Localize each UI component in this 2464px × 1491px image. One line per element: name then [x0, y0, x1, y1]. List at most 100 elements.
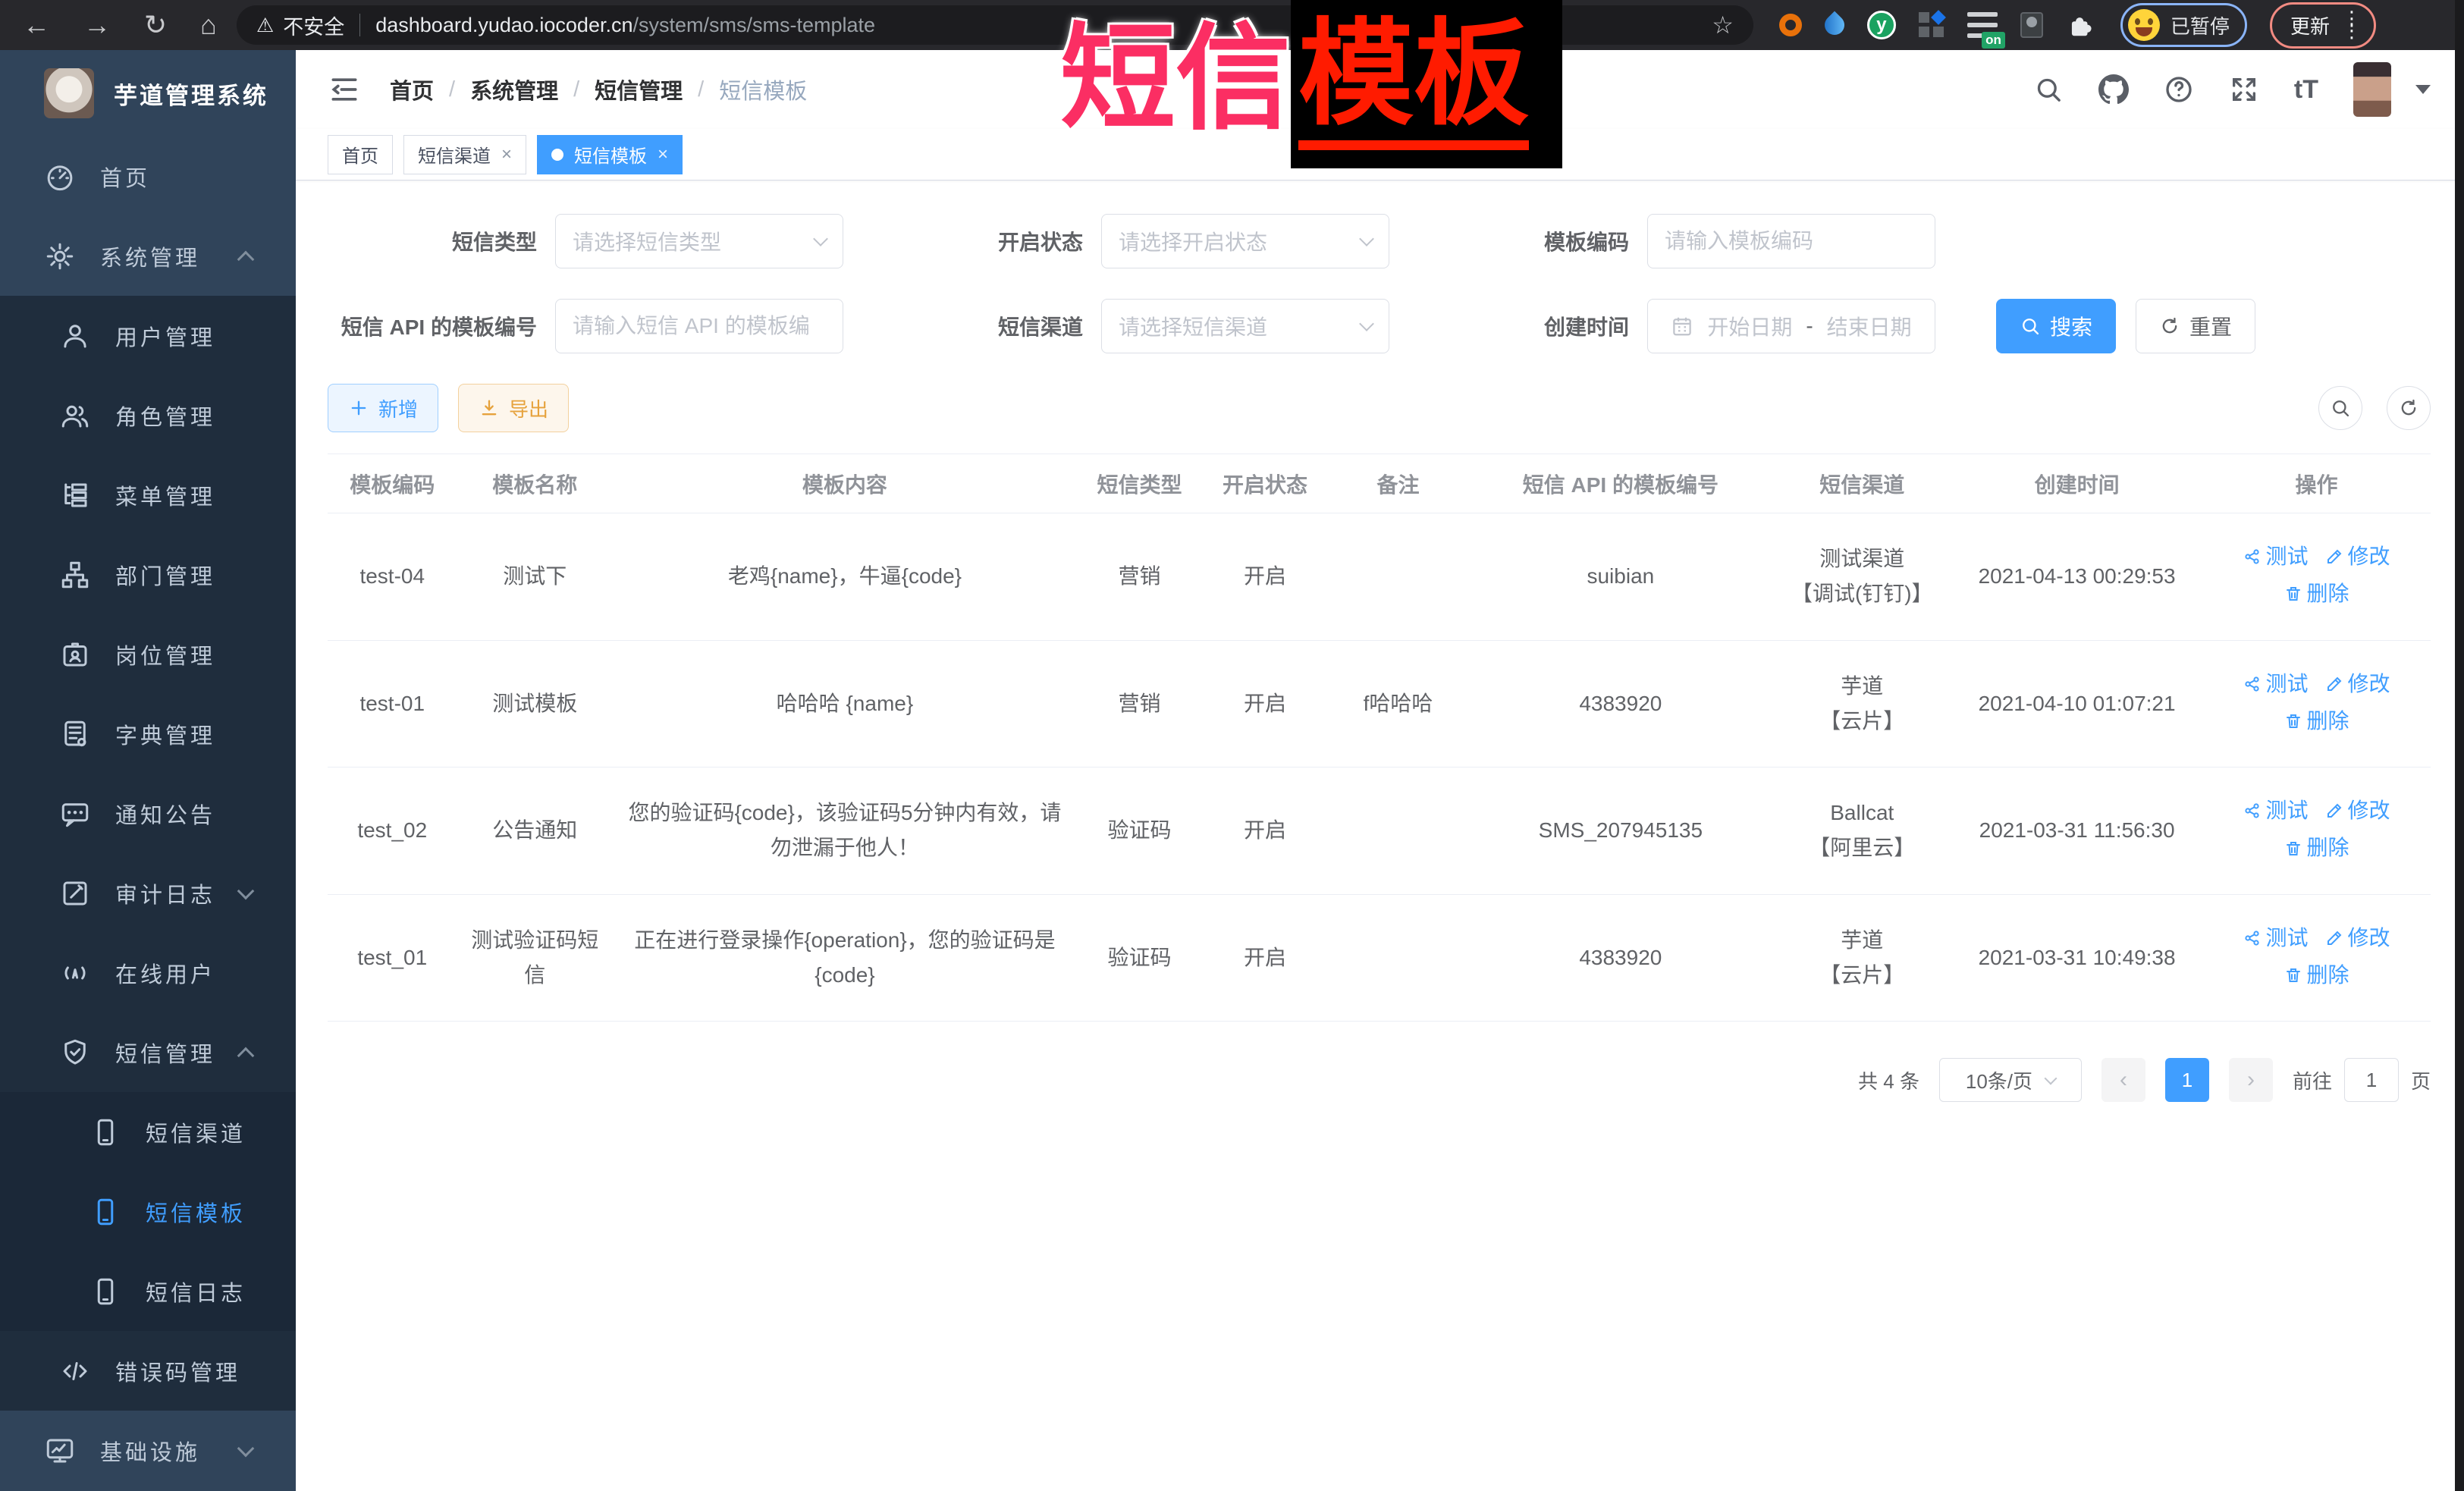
extension-blue-drop-icon[interactable]: [1821, 11, 1849, 39]
tag-close-icon[interactable]: ×: [658, 144, 668, 165]
trash-icon: [2284, 712, 2302, 730]
breadcrumb-system[interactable]: 系统管理: [470, 74, 558, 105]
test-link[interactable]: 测试: [2243, 921, 2309, 956]
browser-update-button[interactable]: 更新 ⋮⋮: [2270, 2, 2376, 49]
goto-page-input[interactable]: [2344, 1058, 2399, 1102]
pagination: 共 4 条 10条/页 ‹ 1 › 前往 页: [328, 1058, 2431, 1102]
cell-api-id: suibian: [1468, 513, 1772, 641]
breadcrumb-separator: /: [573, 77, 579, 102]
chevron-down-icon: [237, 1439, 255, 1457]
sms-type-select[interactable]: 请选择短信类型: [555, 214, 843, 268]
prev-page-button[interactable]: ‹: [2101, 1058, 2145, 1102]
tag-sms-template[interactable]: 短信模板 ×: [537, 135, 683, 174]
edit-link[interactable]: 修改: [2325, 793, 2390, 828]
sidebar-item-sms[interactable]: 短信管理: [0, 1012, 296, 1092]
browser-menu-icon[interactable]: ⋮⋮: [2342, 13, 2362, 36]
forward-icon[interactable]: →: [83, 9, 111, 41]
add-button[interactable]: 新增: [328, 384, 438, 432]
test-link[interactable]: 测试: [2243, 667, 2309, 702]
channel-select[interactable]: 请选择短信渠道: [1101, 299, 1389, 353]
show-search-toggle-button[interactable]: [2318, 386, 2362, 430]
tag-home[interactable]: 首页: [328, 135, 393, 174]
address-bar[interactable]: ⚠ 不安全 dashboard.yudao.iocoder.cn /system…: [237, 5, 1753, 45]
next-page-button[interactable]: ›: [2229, 1058, 2273, 1102]
delete-link[interactable]: 删除: [2284, 830, 2349, 865]
delete-link[interactable]: 删除: [2284, 576, 2349, 611]
start-date-placeholder: 开始日期: [1707, 311, 1792, 341]
extension-grid-icon[interactable]: [1919, 12, 1945, 38]
profile-status-label: 已暂停: [2171, 11, 2230, 39]
sidebar-item-depts[interactable]: 部门管理: [0, 535, 296, 614]
search-icon: [2330, 397, 2351, 419]
extension-list-icon[interactable]: on: [1967, 12, 1998, 38]
sidebar-item-notice[interactable]: 通知公告: [0, 774, 296, 853]
bookmark-star-icon[interactable]: ☆: [1712, 11, 1734, 39]
cell-api-id: SMS_207945135: [1468, 767, 1772, 895]
delete-link[interactable]: 删除: [2284, 958, 2349, 993]
search-button[interactable]: 搜索: [1996, 299, 2116, 353]
sidebar-item-dict[interactable]: 字典管理: [0, 694, 296, 774]
extension-camera-icon[interactable]: [2020, 12, 2043, 38]
delete-link[interactable]: 删除: [2284, 704, 2349, 739]
edit-link[interactable]: 修改: [2325, 539, 2390, 574]
tag-close-icon[interactable]: ×: [501, 144, 512, 165]
page-number-1[interactable]: 1: [2165, 1058, 2209, 1102]
cell-name: 测试验证码短信: [457, 894, 613, 1022]
sidebar-item-error-code[interactable]: 错误码管理: [0, 1331, 296, 1411]
page-size-select[interactable]: 10条/页: [1939, 1058, 2082, 1102]
sidebar-item-home[interactable]: 首页: [0, 137, 296, 216]
fullscreen-icon[interactable]: [2229, 74, 2259, 105]
api-template-id-label: 短信 API 的模板编号: [328, 311, 555, 341]
refresh-table-button[interactable]: [2387, 386, 2431, 430]
dashboard-icon: [44, 161, 76, 193]
extension-y-icon[interactable]: y: [1867, 11, 1896, 39]
chevron-down-icon: [237, 882, 255, 899]
breadcrumb-sms[interactable]: 短信管理: [595, 74, 683, 105]
trash-icon: [2284, 966, 2302, 984]
cell-code: test_02: [328, 767, 457, 895]
sidebar-item-system[interactable]: 系统管理: [0, 216, 296, 296]
extensions-puzzle-icon[interactable]: [2066, 11, 2095, 39]
browser-profile[interactable]: 已暂停: [2120, 3, 2247, 47]
channel-provider: 【云片】: [1781, 958, 1942, 993]
tag-sms-channel[interactable]: 短信渠道 ×: [403, 135, 526, 174]
reload-icon[interactable]: ↻: [144, 9, 167, 41]
sidebar-item-menus[interactable]: 菜单管理: [0, 455, 296, 535]
sidebar-item-online-users[interactable]: 在线用户: [0, 933, 296, 1012]
extension-orange-icon[interactable]: [1779, 14, 1802, 36]
sidebar-item-label: 角色管理: [115, 400, 215, 432]
edit-link[interactable]: 修改: [2325, 921, 2390, 956]
export-button[interactable]: 导出: [458, 384, 569, 432]
sidebar-item-infra[interactable]: 基础设施: [0, 1411, 296, 1490]
edit-link[interactable]: 修改: [2325, 667, 2390, 702]
breadcrumb-home[interactable]: 首页: [390, 74, 434, 105]
test-link[interactable]: 测试: [2243, 539, 2309, 574]
test-link[interactable]: 测试: [2243, 793, 2309, 828]
col-header-name: 模板名称: [457, 454, 613, 513]
user-avatar[interactable]: [2353, 62, 2391, 117]
sidebar-item-label: 菜单管理: [115, 479, 215, 511]
sidebar-collapse-icon[interactable]: [328, 73, 361, 106]
api-template-id-input[interactable]: [555, 299, 843, 353]
sidebar-item-users[interactable]: 用户管理: [0, 296, 296, 375]
github-icon[interactable]: [2098, 74, 2129, 105]
gear-icon: [44, 240, 76, 272]
help-icon[interactable]: [2164, 74, 2194, 105]
sidebar-item-audit-log[interactable]: 审计日志: [0, 853, 296, 933]
sidebar-item-roles[interactable]: 角色管理: [0, 375, 296, 455]
sidebar-item-posts[interactable]: 岗位管理: [0, 614, 296, 694]
sidebar-logo[interactable]: 芋道管理系统: [0, 50, 296, 137]
reset-button[interactable]: 重置: [2136, 299, 2255, 353]
sidebar-item-sms-channel[interactable]: 短信渠道: [0, 1092, 296, 1172]
back-icon[interactable]: ←: [23, 9, 50, 41]
create-time-range-picker[interactable]: 开始日期 - 结束日期: [1647, 299, 1935, 353]
sidebar-item-sms-template[interactable]: 短信模板: [0, 1172, 296, 1251]
sidebar-item-sms-log[interactable]: 短信日志: [0, 1251, 296, 1331]
header-search-icon[interactable]: [2033, 74, 2064, 105]
avatar-dropdown-caret[interactable]: [2415, 85, 2431, 94]
cell-remark: [1328, 513, 1469, 641]
template-code-input[interactable]: [1647, 214, 1935, 268]
status-select[interactable]: 请选择开启状态: [1101, 214, 1389, 268]
font-size-icon[interactable]: tT: [2294, 75, 2318, 105]
home-icon[interactable]: ⌂: [200, 9, 217, 41]
